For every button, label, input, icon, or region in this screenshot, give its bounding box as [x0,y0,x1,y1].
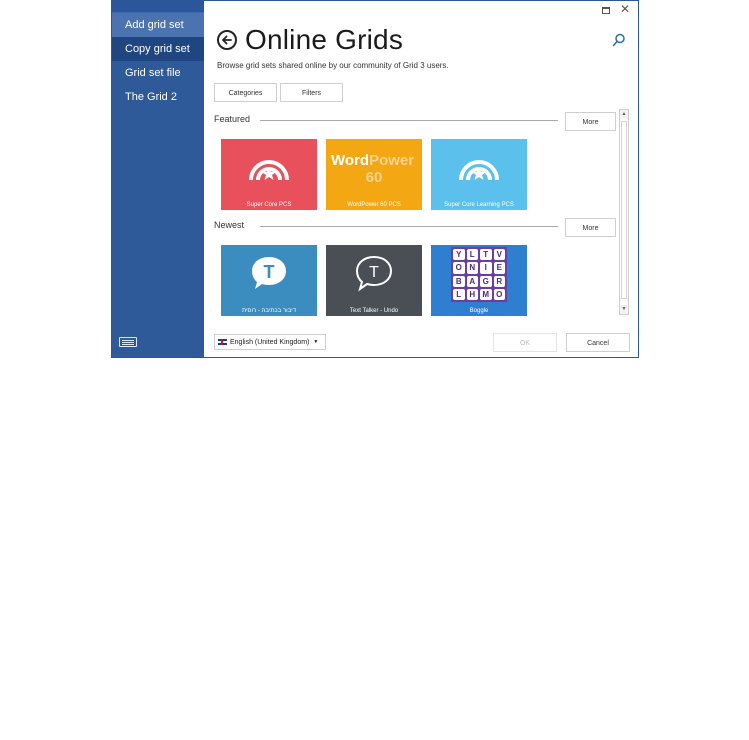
sidebar: Add grid set Copy grid set Grid set file… [112,1,204,357]
boggle-letter: Y [453,249,465,261]
filters-button[interactable]: Filters [280,83,343,102]
main-panel: ✕ Online Grids Browse grid sets shared o… [204,1,638,357]
close-icon[interactable]: ✕ [620,3,630,15]
wordpower-logo: WordPower [331,152,415,169]
boggle-letter: V [493,249,505,261]
boggle-letter: G [480,275,492,287]
boggle-letter: O [493,288,505,300]
keyboard-icon[interactable] [119,337,137,347]
featured-more-button[interactable]: More [565,112,616,131]
language-value: English (United Kingdom) [230,338,310,346]
speech-bubble-icon: T [252,257,286,289]
chevron-down-icon: ▼ [313,339,319,345]
boggle-grid: YLTVONIEBAGRLHMO [451,247,507,302]
tile-caption: Text Talker - Undo [349,308,399,314]
boggle-letter: M [480,288,492,300]
scroll-thumb[interactable] [621,121,627,299]
tile-text-talker-undo[interactable]: T Text Talker - Undo [326,245,422,316]
tile-super-core-learning-pcs[interactable]: Super Core Learning PCS [431,139,527,210]
uk-flag-icon [218,339,227,345]
boggle-letter: R [493,275,505,287]
boggle-letter: L [466,249,478,261]
ok-button[interactable]: OK [493,333,557,352]
super-core-learning-logo-icon [459,160,499,181]
sidebar-item-label: Copy grid set [125,43,190,55]
boggle-letter: N [466,262,478,274]
svg-text:T: T [264,262,275,282]
sidebar-item-grid-set-file[interactable]: Grid set file [112,61,204,85]
sidebar-item-copy-grid-set[interactable]: Copy grid set [112,37,204,61]
back-arrow-icon[interactable] [217,30,237,50]
sidebar-item-label: The Grid 2 [125,91,177,103]
newest-label: Newest [214,220,245,230]
sidebar-item-the-grid-2[interactable]: The Grid 2 [112,85,204,109]
boggle-letter: E [493,262,505,274]
page-subtitle: Browse grid sets shared online by our co… [217,61,449,70]
tile-caption: WordPower 60 PCS [347,202,401,208]
newest-more-button[interactable]: More [565,218,616,237]
boggle-letter: I [480,262,492,274]
tile-caption: Super Core PCS [246,202,292,208]
scroll-up-icon[interactable]: ▲ [620,110,628,119]
search-icon[interactable] [612,33,626,47]
boggle-letter: B [453,275,465,287]
newest-divider [260,226,558,227]
boggle-letter: T [480,249,492,261]
speech-bubble-icon: T [355,255,393,292]
tile-super-core-pcs[interactable]: Super Core PCS [221,139,317,210]
svg-text:T: T [369,264,379,281]
scroll-down-icon[interactable]: ▼ [620,305,628,314]
cancel-button[interactable]: Cancel [566,333,630,352]
sidebar-header-strip [112,1,204,13]
sidebar-item-label: Add grid set [125,19,184,31]
featured-label: Featured [214,114,251,124]
scrollbar[interactable]: ▲ ▼ [619,109,629,315]
boggle-letter: H [466,288,478,300]
sidebar-item-add-grid-set[interactable]: Add grid set [112,13,204,37]
tile-wordpower-60-pcs[interactable]: WordPower 60 WordPower 60 PCS [326,139,422,210]
categories-button[interactable]: Categories [214,83,277,102]
tile-caption: דיבור בכתיבה - רוסית [241,308,297,314]
boggle-letter: L [453,288,465,300]
boggle-letter: O [453,262,465,274]
online-grids-window: Add grid set Copy grid set Grid set file… [111,0,639,358]
sidebar-item-label: Grid set file [125,67,181,79]
tile-caption: Boggle [469,308,489,314]
featured-divider [260,120,558,121]
tile-caption: Super Core Learning PCS [444,202,514,208]
maximize-icon[interactable] [602,7,610,14]
boggle-letter: A [466,275,478,287]
super-core-logo-icon [249,160,289,181]
tile-russian-text-talker[interactable]: T דיבור בכתיבה - רוסית [221,245,317,316]
page-title: Online Grids [245,24,404,55]
wordpower-number: 60 [365,169,383,186]
tile-boggle[interactable]: YLTVONIEBAGRLHMO Boggle [431,245,527,316]
language-select[interactable]: English (United Kingdom) ▼ [214,334,326,350]
